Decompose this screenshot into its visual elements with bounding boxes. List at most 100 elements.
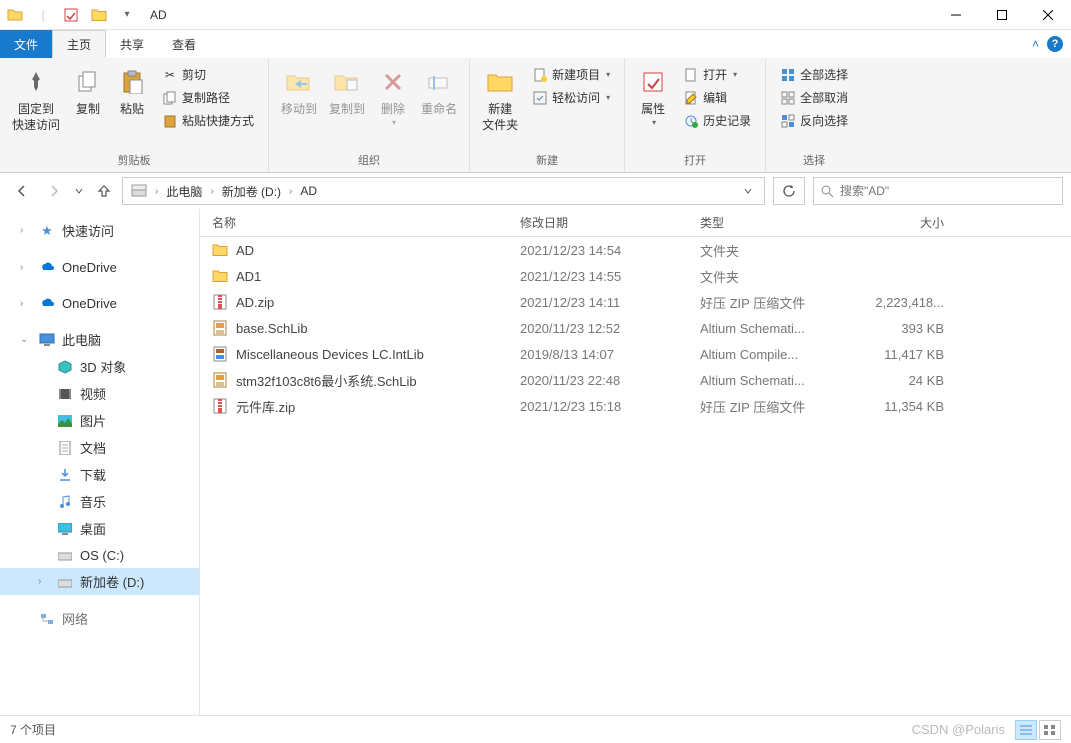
history-button[interactable]: 历史记录: [679, 110, 755, 131]
details-view-button[interactable]: [1015, 720, 1037, 740]
copy-to-button[interactable]: 复制到: [323, 62, 371, 122]
sidebar-music[interactable]: 音乐: [0, 488, 199, 515]
sidebar-new-vol-d[interactable]: ›新加卷 (D:): [0, 568, 199, 595]
file-row[interactable]: base.SchLib2020/11/23 12:52Altium Schema…: [200, 315, 1071, 341]
group-label-open: 打开: [625, 152, 765, 172]
cube-icon: [56, 358, 74, 376]
pin-button[interactable]: 固定到 快速访问: [6, 62, 66, 137]
forward-button[interactable]: [40, 177, 68, 205]
search-icon: [820, 184, 834, 198]
sidebar-os-c[interactable]: OS (C:): [0, 542, 199, 568]
file-row[interactable]: stm32f103c8t6最小系统.SchLib2020/11/23 22:48…: [200, 367, 1071, 393]
file-row[interactable]: AD2021/12/23 14:54文件夹: [200, 237, 1071, 263]
sidebar-onedrive-1[interactable]: ›OneDrive: [0, 254, 199, 280]
qat-dropdown[interactable]: ▾: [116, 4, 138, 26]
copy-icon: [72, 66, 104, 98]
chevron-right-icon[interactable]: ›: [287, 186, 294, 197]
refresh-button[interactable]: [773, 177, 805, 205]
file-row[interactable]: 元件库.zip2021/12/23 15:18好压 ZIP 压缩文件11,354…: [200, 393, 1071, 419]
chevron-right-icon[interactable]: ›: [208, 186, 215, 197]
sidebar-pictures[interactable]: 图片: [0, 407, 199, 434]
chevron-right-icon[interactable]: ›: [153, 186, 160, 197]
tab-share[interactable]: 共享: [106, 30, 158, 58]
column-type[interactable]: 类型: [700, 214, 850, 231]
file-type: 好压 ZIP 压缩文件: [700, 397, 850, 416]
search-box[interactable]: [813, 177, 1063, 205]
open-icon: [683, 67, 699, 83]
sidebar-this-pc[interactable]: ⌄此电脑: [0, 326, 199, 353]
edit-button[interactable]: 编辑: [679, 87, 755, 108]
tab-home[interactable]: 主页: [52, 30, 106, 58]
file-name: base.SchLib: [236, 321, 520, 336]
select-none-button[interactable]: 全部取消: [776, 87, 852, 108]
cut-button[interactable]: ✂剪切: [158, 64, 258, 85]
minimize-button[interactable]: [933, 0, 979, 30]
sidebar-documents[interactable]: 文档: [0, 434, 199, 461]
address-dropdown[interactable]: [736, 179, 760, 203]
group-label-clipboard: 剪贴板: [0, 152, 268, 172]
sidebar-3d-objects[interactable]: 3D 对象: [0, 353, 199, 380]
tab-view[interactable]: 查看: [158, 30, 210, 58]
help-icon[interactable]: ?: [1047, 36, 1063, 52]
file-row[interactable]: Miscellaneous Devices LC.IntLib2019/8/13…: [200, 341, 1071, 367]
tab-file[interactable]: 文件: [0, 30, 52, 58]
paste-icon: [116, 66, 148, 98]
folder-icon: [210, 266, 230, 286]
sidebar-quick-access[interactable]: ›★快速访问: [0, 217, 199, 244]
new-item-button[interactable]: 新建项目▾: [528, 64, 614, 85]
close-button[interactable]: [1025, 0, 1071, 30]
address-bar[interactable]: › 此电脑 › 新加卷 (D:) › AD: [122, 177, 765, 205]
schlib-icon: [210, 370, 230, 390]
file-name: 元件库.zip: [236, 397, 520, 416]
sidebar-videos[interactable]: 视频: [0, 380, 199, 407]
breadcrumb-folder[interactable]: AD: [296, 184, 321, 198]
group-label-organize: 组织: [269, 152, 469, 172]
desktop-icon: [56, 520, 74, 538]
move-to-button[interactable]: 移动到: [275, 62, 323, 122]
properties-icon[interactable]: [60, 4, 82, 26]
main-area: ›★快速访问 ›OneDrive ›OneDrive ⌄此电脑 3D 对象 视频…: [0, 209, 1071, 715]
file-list[interactable]: AD2021/12/23 14:54文件夹AD12021/12/23 14:55…: [200, 237, 1071, 715]
maximize-button[interactable]: [979, 0, 1025, 30]
file-date: 2021/12/23 14:54: [520, 243, 700, 258]
copy-path-button[interactable]: 复制路径: [158, 87, 258, 108]
back-button[interactable]: [8, 177, 36, 205]
column-date[interactable]: 修改日期: [520, 214, 700, 231]
select-all-button[interactable]: 全部选择: [776, 64, 852, 85]
easy-access-button[interactable]: 轻松访问▾: [528, 87, 614, 108]
schlib-icon: [210, 318, 230, 338]
breadcrumb-this-pc[interactable]: 此电脑: [162, 183, 206, 200]
copy-to-icon: [331, 66, 363, 98]
open-button[interactable]: 打开▾: [679, 64, 755, 85]
film-icon: [56, 385, 74, 403]
search-input[interactable]: [840, 184, 1056, 198]
delete-icon: [377, 66, 409, 98]
sidebar-downloads[interactable]: 下载: [0, 461, 199, 488]
file-row[interactable]: AD.zip2021/12/23 14:11好压 ZIP 压缩文件2,223,4…: [200, 289, 1071, 315]
invert-selection-button[interactable]: 反向选择: [776, 110, 852, 131]
drive-icon: [56, 573, 74, 591]
paste-button[interactable]: 粘贴: [110, 62, 154, 122]
copy-button[interactable]: 复制: [66, 62, 110, 122]
content-area: 名称 修改日期 类型 大小 AD2021/12/23 14:54文件夹AD120…: [200, 209, 1071, 715]
file-row[interactable]: AD12021/12/23 14:55文件夹: [200, 263, 1071, 289]
column-name[interactable]: 名称: [200, 214, 520, 231]
recent-dropdown[interactable]: [72, 177, 86, 205]
navigation-pane[interactable]: ›★快速访问 ›OneDrive ›OneDrive ⌄此电脑 3D 对象 视频…: [0, 209, 200, 715]
properties-button[interactable]: 属性 ▾: [631, 62, 675, 131]
breadcrumb-drive[interactable]: 新加卷 (D:): [218, 183, 285, 200]
rename-button[interactable]: 重命名: [415, 62, 463, 122]
delete-button[interactable]: 删除 ▾: [371, 62, 415, 131]
title-bar: | ▾ AD: [0, 0, 1071, 30]
paste-shortcut-button[interactable]: 粘贴快捷方式: [158, 110, 258, 131]
sidebar-network[interactable]: 网络: [0, 605, 199, 632]
column-size[interactable]: 大小: [850, 214, 960, 231]
sidebar-onedrive-2[interactable]: ›OneDrive: [0, 290, 199, 316]
up-button[interactable]: [90, 177, 118, 205]
icons-view-button[interactable]: [1039, 720, 1061, 740]
new-folder-button[interactable]: 新建 文件夹: [476, 62, 524, 137]
folder-small-icon[interactable]: [88, 4, 110, 26]
select-all-icon: [780, 67, 796, 83]
sidebar-desktop[interactable]: 桌面: [0, 515, 199, 542]
ribbon-collapse-icon[interactable]: ˄: [1032, 37, 1039, 51]
